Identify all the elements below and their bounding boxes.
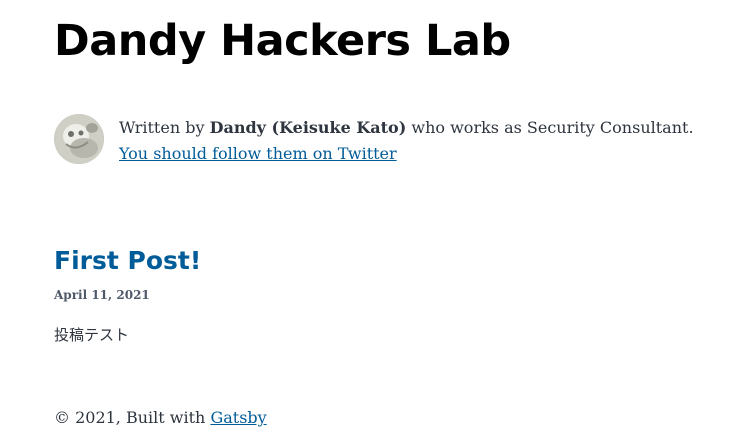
post-list-item: First Post! April 11, 2021 投稿テスト xyxy=(54,242,201,346)
post-title-link[interactable]: First Post! xyxy=(54,242,201,280)
author-name: Dandy (Keisuke Kato) xyxy=(209,118,407,137)
bio-prefix: Written by xyxy=(119,118,205,137)
site-footer: © 2021, Built with Gatsby xyxy=(54,405,267,431)
twitter-link[interactable]: You should follow them on Twitter xyxy=(119,144,397,163)
bio-text: Written by Dandy (Keisuke Kato) who work… xyxy=(119,115,694,167)
bio-line: Written by Dandy (Keisuke Kato) who work… xyxy=(119,115,694,141)
author-avatar-icon xyxy=(54,114,104,164)
avatar-image xyxy=(54,114,104,164)
post-description: 投稿テスト xyxy=(54,326,130,344)
gatsby-link[interactable]: Gatsby xyxy=(210,408,266,427)
post-date: April 11, 2021 xyxy=(54,288,150,302)
site-title[interactable]: Dandy Hackers Lab xyxy=(54,6,511,76)
footer-text: © 2021, Built with xyxy=(54,408,206,427)
bio-suffix: who works as Security Consultant. xyxy=(411,118,694,137)
author-bio: Written by Dandy (Keisuke Kato) who work… xyxy=(54,114,694,167)
